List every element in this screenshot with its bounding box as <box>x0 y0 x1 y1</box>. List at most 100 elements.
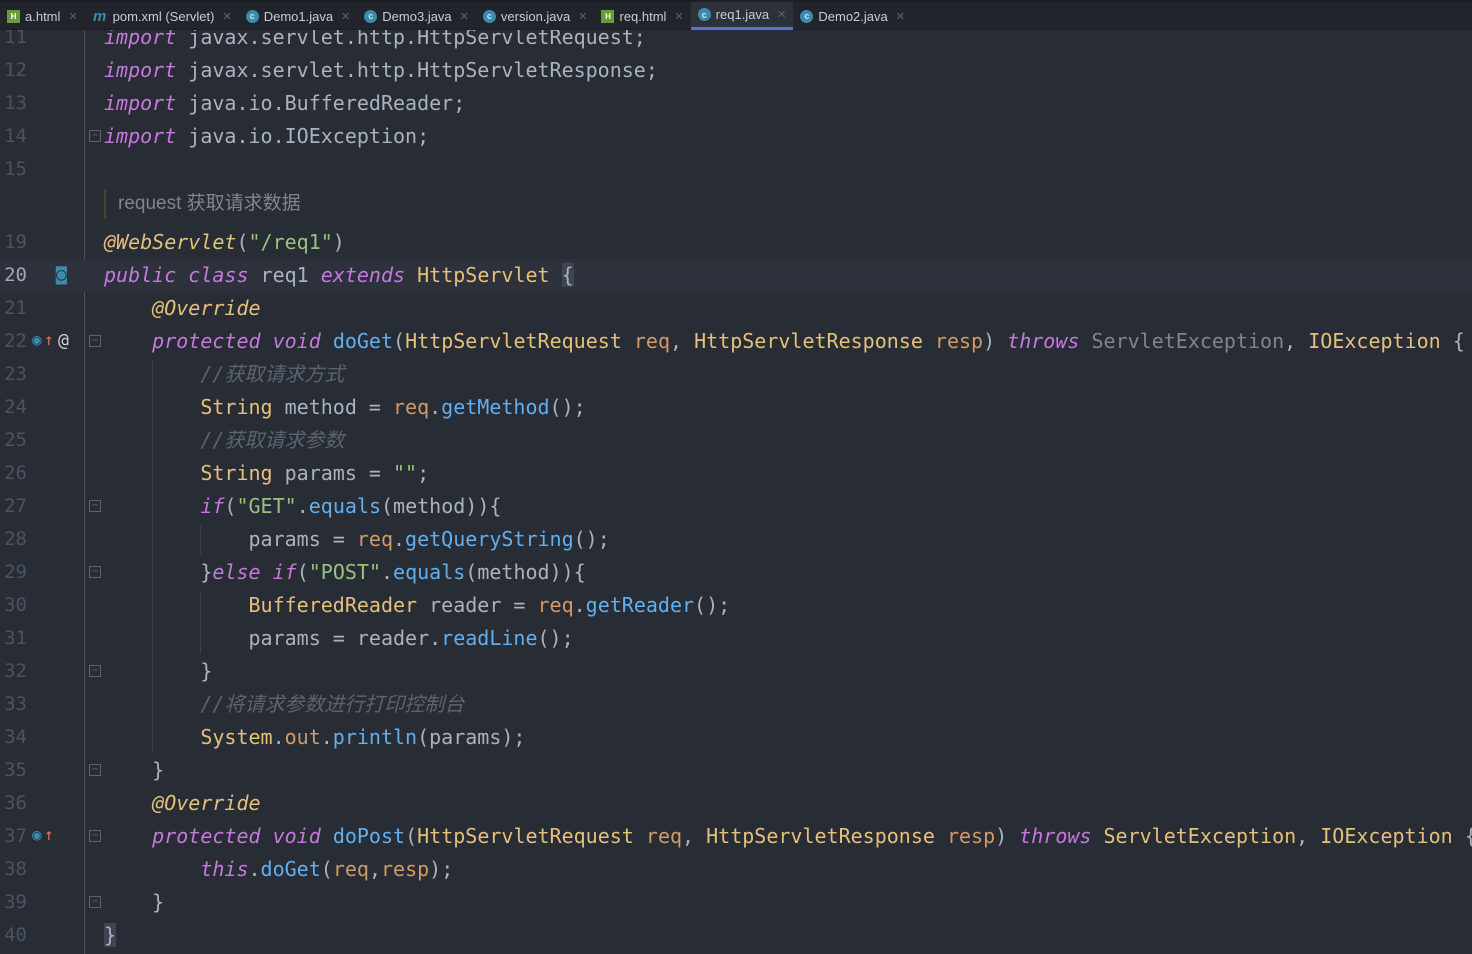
close-tab-icon[interactable]: ✕ <box>777 8 786 21</box>
code-line[interactable]: 11 import javax.servlet.http.HttpServletR… <box>0 30 1472 54</box>
override-method-icon[interactable]: ◉ <box>32 825 42 844</box>
servlet-web-icon[interactable]: ◙ <box>56 264 67 285</box>
code-line[interactable]: 32 } <box>0 655 1472 688</box>
code-line[interactable]: 22 protected void doGet(HttpServletReque… <box>0 325 1472 358</box>
token-pl: params = <box>272 461 393 485</box>
override-method-icon[interactable]: ◉ <box>32 330 42 349</box>
token-ty: HttpServletRequest <box>417 824 634 848</box>
token-fn: doGet <box>332 329 394 353</box>
token-ty: String <box>200 461 273 485</box>
tab-label: req.html <box>619 8 667 24</box>
token-pa: req <box>393 395 430 419</box>
token-pl: . <box>393 527 406 551</box>
implemented-arrow-icon[interactable]: ↑ <box>44 825 54 844</box>
code-line[interactable]: 28 params = req.getQueryString(); <box>0 523 1472 556</box>
code-line[interactable]: 12 import javax.servlet.http.HttpServletR… <box>0 54 1472 87</box>
at-annotation-icon[interactable]: @ <box>58 330 69 351</box>
fold-marker-icon[interactable]: − <box>89 764 101 776</box>
code-line[interactable]: 27 if("GET".equals(method)){ <box>0 490 1472 523</box>
code-line[interactable]: 35 } <box>0 754 1472 787</box>
code-text: String method = req.getMethod(); <box>104 391 585 424</box>
code-line[interactable]: 40} <box>0 919 1472 952</box>
code-line[interactable]: 26 String params = ""; <box>0 457 1472 490</box>
tab-req-html[interactable]: Hreq.html ✕ <box>594 2 690 30</box>
code-text: //将请求参数进行打印控制台 <box>104 688 464 721</box>
token-ty: System <box>200 725 273 749</box>
line-number: 35 <box>4 759 27 781</box>
indent-guide <box>200 591 201 654</box>
tab-demo3-java[interactable]: c Demo3.java ✕ <box>357 2 476 30</box>
code-text: }else if("POST".equals(method)){ <box>104 556 586 589</box>
code-line[interactable]: 37 protected void doPost(HttpServletRequ… <box>0 820 1472 853</box>
tab-a-html[interactable]: Ha.html ✕ <box>0 2 85 30</box>
token-pl: ( <box>296 560 309 584</box>
code-line[interactable]: 34 System.out.println(params); <box>0 721 1472 754</box>
fold-marker-icon[interactable]: − <box>89 830 101 842</box>
line-number: 26 <box>4 462 27 484</box>
fold-marker-icon[interactable]: − <box>89 130 101 142</box>
line-number: 32 <box>4 660 27 682</box>
class-icon: c <box>245 9 259 23</box>
token-br: } <box>104 923 117 947</box>
tab-req1-java[interactable]: c req1.java ✕ <box>690 2 794 30</box>
token-kw: void <box>272 329 321 353</box>
token-kw: else <box>212 560 261 584</box>
token-pa: req <box>356 527 393 551</box>
token-pl: ( <box>236 230 249 254</box>
code-line[interactable]: 36 @Override <box>0 787 1472 820</box>
tab-demo1-java[interactable]: c Demo1.java ✕ <box>239 2 358 30</box>
code-line[interactable]: 25 //获取请求参数 <box>0 424 1472 457</box>
token-ty: HttpServletResponse <box>694 329 923 353</box>
code-text: @Override <box>104 787 260 820</box>
close-tab-icon[interactable]: ✕ <box>674 10 683 23</box>
code-line[interactable]: 14 import java.io.IOException; <box>0 120 1472 153</box>
fold-marker-icon[interactable]: − <box>89 566 101 578</box>
code-text: //获取请求方式 <box>104 358 344 391</box>
code-line[interactable]: 19 @WebServlet("/req1") <box>0 226 1472 259</box>
code-line[interactable]: 39 } <box>0 886 1472 919</box>
token-fn: println <box>332 725 418 749</box>
token-ty: BufferedReader <box>248 593 418 617</box>
code-line[interactable]: 29 }else if("POST".equals(method)){ <box>0 556 1472 589</box>
code-text: BufferedReader reader = req.getReader(); <box>104 589 731 622</box>
code-text: protected void doPost(HttpServletRequest… <box>104 820 1472 853</box>
token-pl: { <box>1453 824 1472 848</box>
close-tab-icon[interactable]: ✕ <box>341 10 350 23</box>
close-tab-icon[interactable]: ✕ <box>460 10 469 23</box>
line-number: 12 <box>4 59 27 81</box>
code-line[interactable]: 30 BufferedReader reader = req.getReader… <box>0 589 1472 622</box>
fold-marker-icon[interactable]: − <box>89 335 101 347</box>
close-tab-icon[interactable]: ✕ <box>896 10 905 23</box>
code-line[interactable]: 21 @Override <box>0 292 1472 325</box>
code-line[interactable]: 13 import java.io.BufferedReader; <box>0 87 1472 120</box>
tab-version-java[interactable]: c version.java ✕ <box>476 2 595 30</box>
code-line[interactable]: 24 String method = req.getMethod(); <box>0 391 1472 424</box>
tab-pom-xml-servlet-[interactable]: m pom.xml (Servlet) ✕ <box>85 2 239 30</box>
code-editor[interactable]: request 获取请求数据 11 import javax.servlet.ht… <box>0 30 1472 954</box>
code-line[interactable]: 38 this.doGet(req,resp); <box>0 853 1472 886</box>
token-pl: java.io.BufferedReader; <box>176 91 466 115</box>
close-tab-icon[interactable]: ✕ <box>68 10 77 23</box>
token-fn: equals <box>393 560 466 584</box>
code-line[interactable]: 31 params = reader.readLine(); <box>0 622 1472 655</box>
token-pl: (method)){ <box>465 560 586 584</box>
token-kw: if <box>200 494 225 518</box>
close-tab-icon[interactable]: ✕ <box>578 10 587 23</box>
token-kw: this <box>200 857 249 881</box>
line-number: 13 <box>4 92 27 114</box>
code-line[interactable]: 15 <box>0 153 1472 186</box>
line-number: 33 <box>4 693 27 715</box>
code-line[interactable]: 20 public class req1 extends HttpServlet … <box>0 259 1472 292</box>
fold-marker-icon[interactable]: − <box>89 896 101 908</box>
tab-demo2-java[interactable]: c Demo2.java ✕ <box>793 2 912 30</box>
close-tab-icon[interactable]: ✕ <box>222 10 231 23</box>
code-line[interactable]: 23 //获取请求方式 <box>0 358 1472 391</box>
implemented-arrow-icon[interactable]: ↑ <box>44 330 54 349</box>
html-file-icon: H <box>7 9 20 23</box>
code-line[interactable]: 33 //将请求参数进行打印控制台 <box>0 688 1472 721</box>
token-pl: . <box>320 725 333 749</box>
fold-marker-icon[interactable]: − <box>89 665 101 677</box>
fold-marker-icon[interactable]: − <box>89 500 101 512</box>
token-pl: , <box>682 824 707 848</box>
